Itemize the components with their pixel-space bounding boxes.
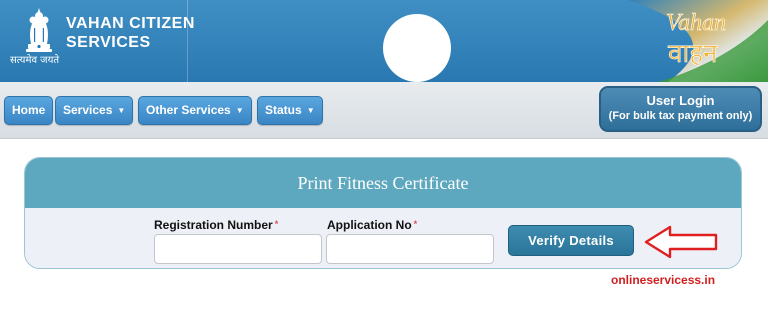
vahan-logo: Vahan वाहन	[628, 0, 768, 82]
verify-details-button[interactable]: Verify Details	[508, 225, 634, 256]
application-no-label: Application No *	[327, 218, 417, 232]
nav-home-label: Home	[12, 103, 46, 117]
nav-other-services[interactable]: Other Services ▼	[138, 96, 252, 125]
nav-status-label: Status	[265, 103, 302, 117]
logo-text-hi: वाहन	[668, 39, 718, 69]
watermark-text: onlineservicess.in	[611, 273, 716, 287]
nav-services-label: Services	[63, 103, 113, 117]
user-login-label: User Login	[646, 93, 715, 108]
user-login-button[interactable]: User Login (For bulk tax payment only)	[599, 86, 762, 132]
registration-number-label: Registration Number *	[154, 218, 278, 232]
nav-other-services-label: Other Services	[146, 103, 231, 117]
header-divider	[187, 0, 188, 82]
site-header: सत्यमेव जयते VAHAN CITIZEN SERVICES Vaha…	[0, 0, 768, 82]
panel-body: Registration Number * Application No * Ver…	[25, 208, 741, 268]
chevron-down-icon: ▼	[306, 106, 315, 115]
application-no-input[interactable]	[326, 234, 494, 264]
brand-line-1: VAHAN CITIZEN	[66, 15, 195, 32]
main-nav: Home Services ▼ Other Services ▼ Status ▼ U…	[0, 82, 768, 139]
chevron-down-icon: ▼	[117, 106, 126, 115]
registration-number-input[interactable]	[154, 234, 322, 264]
motto-text: सत्यमेव जयते	[10, 55, 60, 66]
site-brand[interactable]: VAHAN CITIZEN SERVICES	[66, 14, 226, 52]
header-circle-decoration	[383, 14, 451, 82]
panel-title: Print Fitness Certificate	[25, 158, 741, 208]
registration-number-label-text: Registration Number	[154, 218, 273, 232]
nav-home[interactable]: Home	[4, 96, 54, 125]
required-mark: *	[274, 219, 279, 229]
required-mark: *	[413, 219, 418, 229]
application-no-label-text: Application No	[327, 218, 412, 232]
nav-status[interactable]: Status ▼	[257, 96, 323, 125]
chevron-down-icon: ▼	[235, 106, 244, 115]
user-login-sublabel: (For bulk tax payment only)	[608, 110, 753, 122]
brand-line-2: SERVICES	[66, 34, 151, 51]
nav-services[interactable]: Services ▼	[55, 96, 134, 125]
left-arrow-icon	[644, 225, 718, 259]
logo-text-en: Vahan	[666, 10, 726, 36]
fitness-certificate-panel: Print Fitness Certificate Registration N…	[24, 157, 742, 269]
